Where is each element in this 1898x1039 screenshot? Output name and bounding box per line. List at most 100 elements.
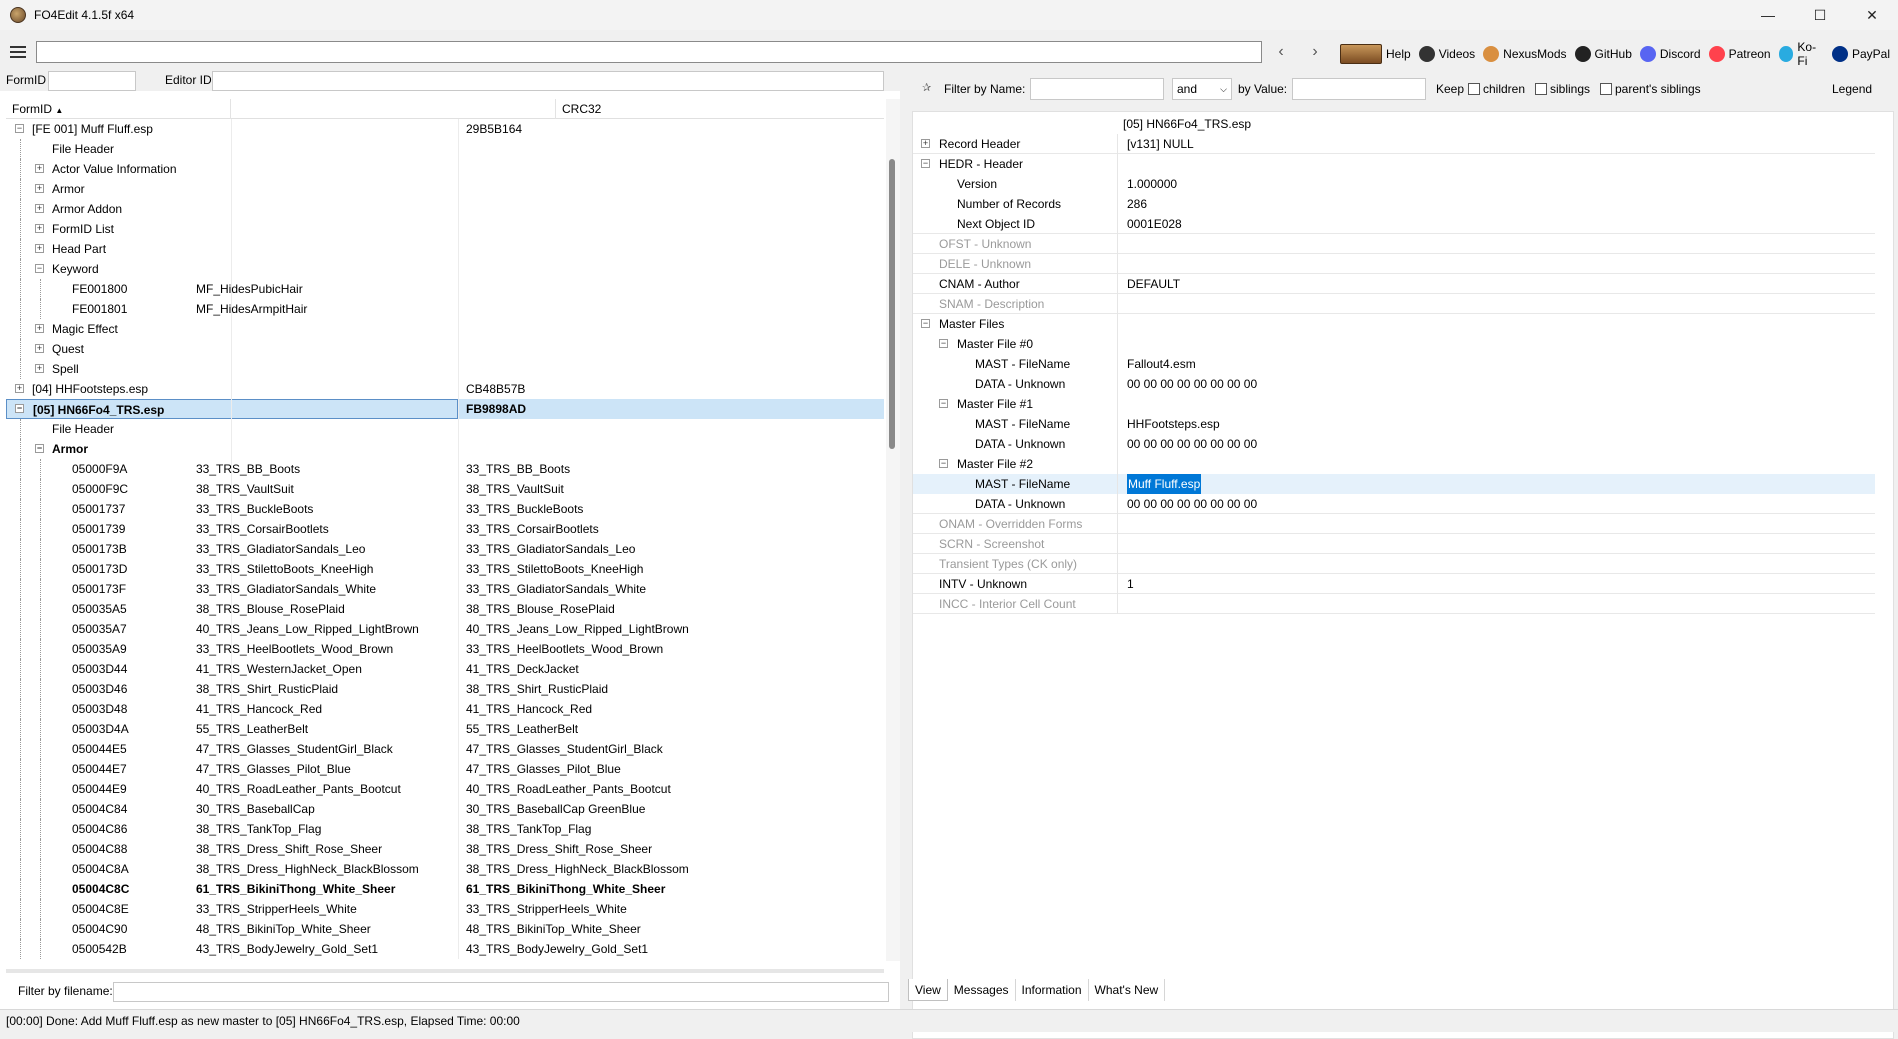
link-discord[interactable]: Discord (1639, 46, 1701, 62)
tree-record-row[interactable]: 050035A7 40_TRS_Jeans_Low_Ripped_LightBro… (6, 619, 884, 639)
tree-group-row[interactable]: + Spell (6, 359, 884, 379)
field-value[interactable]: [v131] NULL (1127, 134, 1194, 154)
tree-record-row[interactable]: 050044E5 47_TRS_Glasses_StudentGirl_Black… (6, 739, 884, 759)
record-field-row[interactable]: MAST - FileName Fallout4.esm (913, 354, 1875, 374)
record-field-row[interactable]: MAST - FileName HHFootsteps.esp (913, 414, 1875, 434)
link-github[interactable]: GitHub (1574, 46, 1632, 62)
tree-group-row[interactable]: + Actor Value Information (6, 159, 884, 179)
record-field-row[interactable]: − Master File #2 (913, 454, 1875, 474)
tree-record-row[interactable]: 050035A5 38_TRS_Blouse_RosePlaid 38_TRS_Bl… (6, 599, 884, 619)
formid-input[interactable] (48, 71, 136, 91)
tree-plugin-row[interactable]: − [05] HN66Fo4_TRS.esp FB9898AD (6, 399, 884, 419)
column-crc32[interactable]: CRC32 (556, 99, 884, 119)
field-value[interactable]: 0001E028 (1127, 214, 1182, 234)
record-field-row[interactable]: ONAM - Overridden Forms (913, 514, 1875, 534)
collapse-icon[interactable]: − (921, 159, 930, 168)
editorid-input[interactable] (212, 71, 884, 91)
tree-horizontal-scrollbar[interactable] (6, 969, 884, 973)
and-or-select[interactable]: and ⌵ (1172, 78, 1232, 100)
tree-group-row[interactable]: + Armor Addon (6, 199, 884, 219)
tree-record-row[interactable]: 05003D48 41_TRS_Hancock_Red 41_TRS_Hancock… (6, 699, 884, 719)
tree-record-row[interactable]: 0500173F 33_TRS_GladiatorSandals_White 33_… (6, 579, 884, 599)
tree-group-row[interactable]: File Header (6, 139, 884, 159)
collapse-icon[interactable]: − (939, 339, 948, 348)
tree-plugin-row[interactable]: + [04] HHFootsteps.esp CB48B57B (6, 379, 884, 399)
tree-record-row[interactable]: 0500173B 33_TRS_GladiatorSandals_Leo 33_TR… (6, 539, 884, 559)
tree-record-row[interactable]: 05004C8A 38_TRS_Dress_HighNeck_BlackBloss… (6, 859, 884, 879)
tree-record-row[interactable]: 05004C90 48_TRS_BikiniTop_White_Sheer 48_T… (6, 919, 884, 939)
tree-group-row[interactable]: + Quest (6, 339, 884, 359)
collapse-icon[interactable]: − (921, 319, 930, 328)
legend-button[interactable]: Legend (1832, 82, 1872, 96)
filter-name-input[interactable] (1030, 78, 1164, 100)
record-field-row[interactable]: Number of Records 286 (913, 194, 1875, 214)
column-formid[interactable]: FormID ▲ (6, 99, 231, 119)
tree-record-row[interactable]: 050035A9 33_TRS_HeelBootlets_Wood_Brown 33… (6, 639, 884, 659)
tree-record-row[interactable]: 05003D46 38_TRS_Shirt_RusticPlaid 38_TRS_S… (6, 679, 884, 699)
record-field-row[interactable]: DATA - Unknown 00 00 00 00 00 00 00 00 (913, 374, 1875, 394)
tree-record-row[interactable]: 05000F9A 33_TRS_BB_Boots 33_TRS_BB_Boots (6, 459, 884, 479)
tree-record-row[interactable]: 05004C88 38_TRS_Dress_Shift_Rose_Sheer 38_… (6, 839, 884, 859)
tab-information[interactable]: Information (1016, 979, 1089, 1001)
field-value[interactable]: Muff Fluff.esp (1127, 474, 1202, 494)
record-field-row[interactable]: INCC - Interior Cell Count (913, 594, 1875, 614)
tree-record-row[interactable]: 05001739 33_TRS_CorsairBootlets 33_TRS_Cor… (6, 519, 884, 539)
tree-record-row[interactable]: 05003D44 41_TRS_WesternJacket_Open 41_TRS_… (6, 659, 884, 679)
hamburger-menu-icon[interactable] (10, 41, 32, 63)
link-videos[interactable]: Videos (1418, 46, 1475, 62)
pin-icon[interactable]: ✰ (922, 81, 931, 94)
record-field-row[interactable]: Transient Types (CK only) (913, 554, 1875, 574)
field-value[interactable]: HHFootsteps.esp (1127, 414, 1220, 434)
link-patreon[interactable]: Patreon (1708, 46, 1771, 62)
tab-what-s-new[interactable]: What's New (1089, 979, 1166, 1001)
tree-record-row[interactable]: FE001801 MF_HidesArmpitHair (6, 299, 884, 319)
pane-splitter[interactable] (900, 71, 908, 1009)
tree-record-row[interactable]: 0500542B 43_TRS_BodyJewelry_Gold_Set1 43_T… (6, 939, 884, 959)
link-ko-fi[interactable]: Ko-Fi (1778, 40, 1824, 68)
tree-record-row[interactable]: 050044E7 47_TRS_Glasses_Pilot_Blue 47_TRS_… (6, 759, 884, 779)
tree-plugin-row[interactable]: − [FE 001] Muff Fluff.esp 29B5B164 (6, 119, 884, 139)
tab-view[interactable]: View (908, 979, 948, 1001)
record-field-row[interactable]: OFST - Unknown (913, 234, 1875, 254)
field-value[interactable]: 00 00 00 00 00 00 00 00 (1127, 434, 1257, 454)
record-field-row[interactable]: − HEDR - Header (913, 154, 1875, 174)
tree-record-row[interactable]: 05004C8E 33_TRS_StripperHeels_White 33_TRS… (6, 899, 884, 919)
field-value[interactable]: 00 00 00 00 00 00 00 00 (1127, 374, 1257, 394)
tree-group-row[interactable]: + Magic Effect (6, 319, 884, 339)
filter-filename-input[interactable] (113, 982, 889, 1002)
record-field-row[interactable]: − Master File #1 (913, 394, 1875, 414)
tree-vertical-scrollbar[interactable] (886, 99, 900, 961)
field-value[interactable]: 286 (1127, 194, 1147, 214)
link-nexusmods[interactable]: NexusMods (1483, 46, 1567, 62)
record-field-row[interactable]: + Record Header [v131] NULL (913, 134, 1875, 154)
column-editorid[interactable] (231, 99, 556, 119)
minimize-button[interactable]: — (1742, 0, 1794, 30)
tree-record-row[interactable]: 05001737 33_TRS_BuckleBoots 33_TRS_BuckleB… (6, 499, 884, 519)
record-field-row[interactable]: SNAM - Description (913, 294, 1875, 314)
record-field-row[interactable]: SCRN - Screenshot (913, 534, 1875, 554)
maximize-button[interactable]: ☐ (1794, 0, 1846, 30)
filter-value-input[interactable] (1292, 78, 1426, 100)
tab-messages[interactable]: Messages (948, 979, 1016, 1001)
close-button[interactable]: ✕ (1846, 0, 1898, 30)
field-value[interactable]: DEFAULT (1127, 274, 1180, 294)
record-field-row[interactable]: INTV - Unknown 1 (913, 574, 1875, 594)
tree-record-row[interactable]: 05003D4A 55_TRS_LeatherBelt 55_TRS_Leather… (6, 719, 884, 739)
record-field-row[interactable]: − Master Files (913, 314, 1875, 334)
keep-parents-siblings-checkbox[interactable]: parent's siblings (1600, 82, 1701, 96)
field-value[interactable]: 00 00 00 00 00 00 00 00 (1127, 494, 1257, 514)
field-value[interactable]: Fallout4.esm (1127, 354, 1196, 374)
tree-record-row[interactable]: 05004C8C 61_TRS_BikiniThong_White_Sheer 61… (6, 879, 884, 899)
record-field-row[interactable]: DELE - Unknown (913, 254, 1875, 274)
address-bar-input[interactable] (36, 41, 1262, 63)
keep-children-checkbox[interactable]: children (1468, 82, 1525, 96)
field-value[interactable]: 1 (1127, 574, 1134, 594)
keep-siblings-checkbox[interactable]: siblings (1535, 82, 1590, 96)
collapse-icon[interactable]: − (939, 459, 948, 468)
tree-record-row[interactable]: 0500173D 33_TRS_StilettoBoots_KneeHigh 33_… (6, 559, 884, 579)
record-field-row[interactable]: Version 1.000000 (913, 174, 1875, 194)
tree-record-row[interactable]: FE001800 MF_HidesPubicHair (6, 279, 884, 299)
record-field-row[interactable]: − Master File #0 (913, 334, 1875, 354)
tree-record-row[interactable]: 05004C86 38_TRS_TankTop_Flag 38_TRS_TankTo… (6, 819, 884, 839)
tree-group-row[interactable]: − Armor (6, 439, 884, 459)
